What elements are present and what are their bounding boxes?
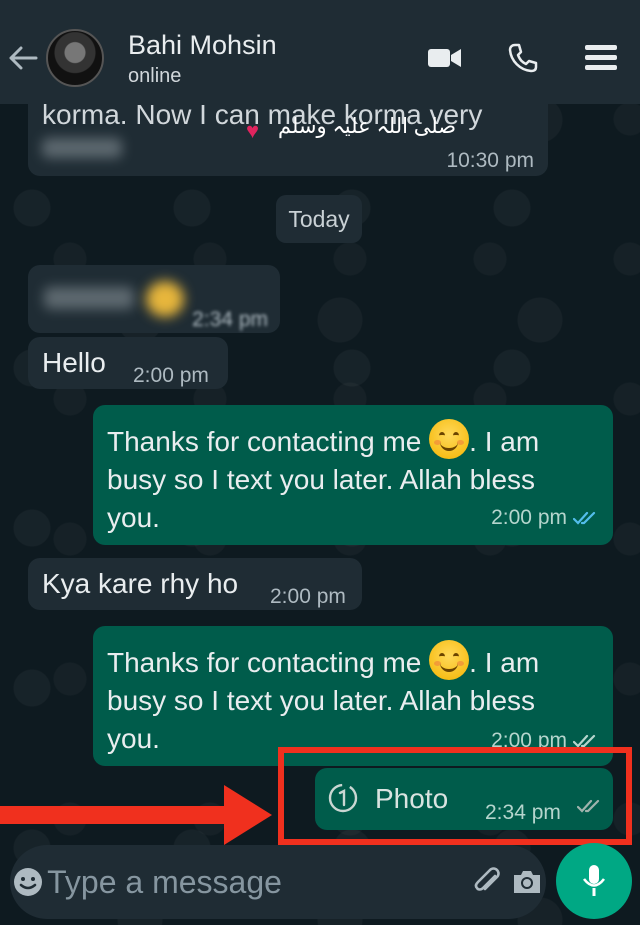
- message-text: Kya kare rhy ho: [42, 568, 239, 599]
- blurred-text: [44, 287, 134, 309]
- camera-button[interactable]: [508, 868, 546, 896]
- message-text: Hello: [42, 347, 106, 378]
- message-bubble-incoming[interactable]: korma. Now I can make korma very صلی الل…: [28, 99, 548, 176]
- emoji-icon: [13, 868, 42, 896]
- camera-icon: [513, 871, 540, 893]
- status-bar: [0, 0, 640, 12]
- smiling-face-emoji-icon: [429, 640, 470, 680]
- arrow-left-icon: [9, 46, 38, 70]
- message-bubble-incoming[interactable]: 2:34 pm: [28, 265, 280, 333]
- message-text-part: Thanks for contacting me: [107, 426, 430, 457]
- voice-call-button[interactable]: [484, 43, 562, 73]
- message-bubble-incoming[interactable]: Kya kare rhy ho 2:00 pm: [28, 558, 362, 610]
- contact-status: online: [128, 64, 182, 87]
- blurred-text: [42, 138, 122, 158]
- message-bubble-incoming[interactable]: Hello 2:00 pm: [28, 337, 228, 389]
- menu-button[interactable]: [562, 43, 640, 73]
- message-bubble-outgoing[interactable]: Thanks for contacting me . I am busy so …: [93, 405, 613, 545]
- message-composer: [10, 845, 546, 919]
- message-time: 10:30 pm: [446, 149, 534, 172]
- message-time: 2:00 pm: [133, 364, 209, 387]
- annotation-arrow-shaft: [0, 806, 230, 824]
- contact-avatar[interactable]: [46, 29, 104, 87]
- microphone-icon: [582, 865, 606, 896]
- attach-button[interactable]: [469, 866, 507, 898]
- message-input[interactable]: [45, 862, 470, 902]
- message-text-part: Thanks for contacting me: [107, 647, 430, 678]
- sticker-overlay-text: صلی اللہ علیہ وسلم: [278, 115, 457, 138]
- voice-message-button[interactable]: [556, 843, 632, 919]
- menu-icon: [585, 45, 617, 70]
- video-camera-icon: [428, 49, 461, 67]
- video-call-button[interactable]: [406, 47, 484, 69]
- message-time: 2:00 pm: [270, 585, 346, 608]
- contact-name: Bahi Mohsin: [128, 29, 277, 60]
- heart-icon: ♥: [246, 118, 260, 143]
- message-time: 2:00 pm: [491, 506, 567, 529]
- message-time: 2:34 pm: [192, 308, 268, 331]
- double-check-read-icon: [573, 511, 596, 525]
- emoji-button[interactable]: [10, 866, 45, 898]
- chat-header: Bahi Mohsin online: [0, 12, 640, 104]
- smiling-face-emoji-icon: [429, 419, 470, 459]
- contact-info[interactable]: Bahi Mohsin online: [128, 29, 406, 88]
- back-button[interactable]: [0, 46, 46, 70]
- paperclip-icon: [474, 867, 501, 891]
- annotation-arrow-head: [224, 785, 272, 845]
- phone-icon: [508, 43, 538, 73]
- message-bubble-outgoing[interactable]: Thanks for contacting me . I am busy so …: [93, 626, 613, 766]
- blurred-emoji: [146, 281, 184, 317]
- date-chip: Today: [276, 195, 362, 243]
- highlight-box: [278, 747, 632, 845]
